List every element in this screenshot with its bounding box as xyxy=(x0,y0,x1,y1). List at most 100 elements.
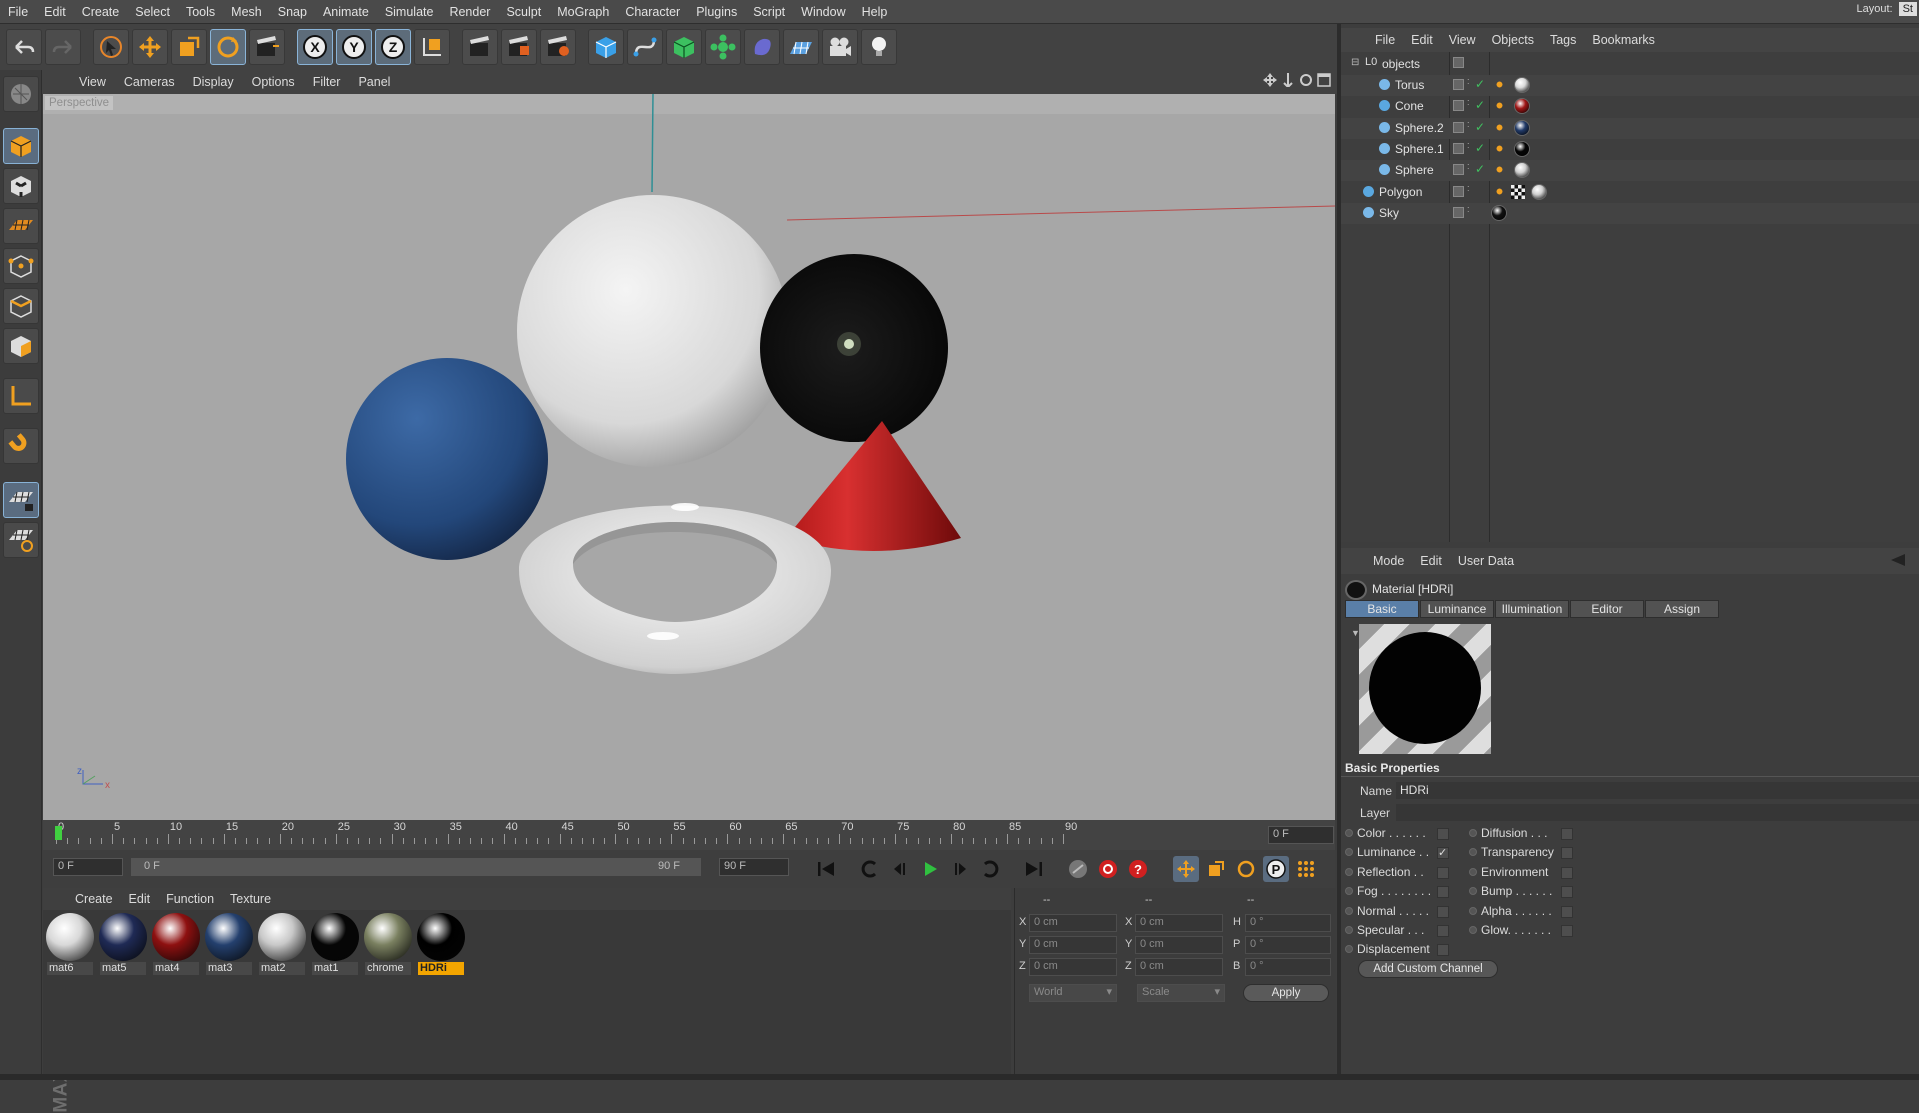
enabled-check-icon[interactable]: ✓ xyxy=(1475,120,1485,134)
editor-render-dots-icon[interactable]: : xyxy=(1467,120,1470,128)
object-row[interactable]: Sphere.1:✓ xyxy=(1341,139,1919,160)
phong-tag-icon[interactable] xyxy=(1494,100,1505,111)
rotate-tool-button[interactable] xyxy=(210,29,246,65)
channel-checkbox[interactable] xyxy=(1561,847,1573,859)
editor-render-dots-icon[interactable]: : xyxy=(1467,184,1470,192)
material-menu-function[interactable]: Function xyxy=(158,892,222,906)
material-tag-icon[interactable] xyxy=(1514,98,1530,114)
menu-mesh[interactable]: Mesh xyxy=(223,5,270,19)
undo-button[interactable] xyxy=(6,29,42,65)
menu-script[interactable]: Script xyxy=(745,5,793,19)
material-tag-icon[interactable] xyxy=(1514,162,1530,178)
texture-mode-button[interactable] xyxy=(3,168,39,204)
range-slider[interactable]: 0 F 90 F xyxy=(131,858,701,876)
viewport-menu-view[interactable]: View xyxy=(70,75,115,89)
visibility-toggle[interactable] xyxy=(1453,79,1464,90)
channel-checkbox[interactable]: ✓ xyxy=(1437,847,1449,859)
material-swatch[interactable]: chrome xyxy=(363,912,413,976)
tab-assign[interactable]: Assign xyxy=(1645,600,1719,618)
points-mode-button[interactable] xyxy=(3,248,39,284)
attribute-menu-mode[interactable]: Mode xyxy=(1365,554,1412,568)
viewport-menu-filter[interactable]: Filter xyxy=(304,75,350,89)
next-frame-button[interactable] xyxy=(947,856,973,882)
key-rotation-button[interactable] xyxy=(1233,856,1259,882)
back-arrow-icon[interactable] xyxy=(1891,554,1907,566)
menu-file[interactable]: File xyxy=(0,5,36,19)
coordinate-system-button[interactable] xyxy=(414,29,450,65)
channel-checkbox[interactable] xyxy=(1561,886,1573,898)
channel-checkbox[interactable] xyxy=(1437,828,1449,840)
viewport-menu-cameras[interactable]: Cameras xyxy=(115,75,184,89)
visibility-toggle[interactable] xyxy=(1453,186,1464,197)
white-sphere[interactable] xyxy=(517,195,789,467)
material-swatch[interactable]: mat6 xyxy=(45,912,95,976)
object-menu-objects[interactable]: Objects xyxy=(1484,33,1542,47)
apply-button[interactable]: Apply xyxy=(1243,984,1329,1002)
visibility-toggle[interactable] xyxy=(1453,164,1464,175)
scale-mode-dropdown[interactable]: Scale▾ xyxy=(1137,984,1225,1002)
material-tag-icon[interactable] xyxy=(1514,141,1530,157)
add-spline-button[interactable] xyxy=(627,29,663,65)
channel-checkbox[interactable] xyxy=(1437,925,1449,937)
previous-frame-button[interactable] xyxy=(887,856,913,882)
menu-snap[interactable]: Snap xyxy=(270,5,315,19)
coord-rotation-field[interactable]: 0 ° xyxy=(1245,914,1331,932)
keyframe-dot[interactable] xyxy=(1469,907,1477,915)
menu-plugins[interactable]: Plugins xyxy=(688,5,745,19)
z-axis-lock-button[interactable]: Z xyxy=(375,29,411,65)
enabled-check-icon[interactable]: ✓ xyxy=(1475,141,1485,155)
channel-checkbox[interactable] xyxy=(1561,828,1573,840)
y-axis-lock-button[interactable]: Y xyxy=(336,29,372,65)
record-keys-button[interactable] xyxy=(1065,856,1091,882)
phong-tag-icon[interactable] xyxy=(1494,164,1505,175)
uvw-tag-icon[interactable] xyxy=(1511,185,1525,199)
object-row[interactable]: Sky: xyxy=(1341,203,1919,224)
menu-simulate[interactable]: Simulate xyxy=(377,5,442,19)
add-generator-button[interactable] xyxy=(666,29,702,65)
object-row[interactable]: Sphere.2:✓ xyxy=(1341,118,1919,139)
next-key-button[interactable] xyxy=(977,856,1003,882)
enabled-check-icon[interactable]: ✓ xyxy=(1475,98,1485,112)
add-light-button[interactable] xyxy=(861,29,897,65)
planar-workplane-button[interactable] xyxy=(3,522,39,558)
object-menu-bookmarks[interactable]: Bookmarks xyxy=(1584,33,1663,47)
key-point-level-button[interactable] xyxy=(1293,856,1319,882)
channel-checkbox[interactable] xyxy=(1437,944,1449,956)
keyframe-selection-button[interactable]: ? xyxy=(1125,856,1151,882)
editor-render-dots-icon[interactable]: : xyxy=(1467,141,1470,149)
previous-key-button[interactable] xyxy=(857,856,883,882)
pan-icon[interactable] xyxy=(1263,73,1277,87)
scale-tool-button[interactable] xyxy=(171,29,207,65)
object-row[interactable]: Polygon: xyxy=(1341,182,1919,203)
keyframe-dot[interactable] xyxy=(1345,926,1353,934)
menu-help[interactable]: Help xyxy=(854,5,896,19)
viewport-menu-panel[interactable]: Panel xyxy=(349,75,399,89)
editor-render-dots-icon[interactable]: : xyxy=(1467,98,1470,106)
object-menu-tags[interactable]: Tags xyxy=(1542,33,1584,47)
live-selection-button[interactable] xyxy=(93,29,129,65)
blue-sphere[interactable] xyxy=(346,358,548,560)
object-menu-edit[interactable]: Edit xyxy=(1403,33,1441,47)
material-menu-create[interactable]: Create xyxy=(67,892,121,906)
visibility-toggle[interactable] xyxy=(1453,207,1464,218)
maximize-viewport-icon[interactable] xyxy=(1317,73,1331,87)
name-field[interactable]: HDRi xyxy=(1396,782,1919,799)
autokey-button[interactable] xyxy=(1095,856,1121,882)
coord-size-field[interactable]: 0 cm xyxy=(1135,958,1223,976)
tab-basic[interactable]: Basic xyxy=(1345,600,1419,618)
object-menu-file[interactable]: File xyxy=(1367,33,1403,47)
add-camera-button[interactable] xyxy=(822,29,858,65)
coord-position-field[interactable]: 0 cm xyxy=(1029,958,1117,976)
visibility-toggle[interactable] xyxy=(1453,100,1464,111)
coordinate-space-dropdown[interactable]: World▾ xyxy=(1029,984,1117,1002)
add-array-button[interactable] xyxy=(705,29,741,65)
phong-tag-icon[interactable] xyxy=(1494,186,1505,197)
editor-render-dots-icon[interactable]: : xyxy=(1467,162,1470,170)
key-parameter-button[interactable]: P xyxy=(1263,856,1289,882)
render-settings-button[interactable] xyxy=(540,29,576,65)
material-tag-icon[interactable] xyxy=(1491,205,1507,221)
red-cone[interactable] xyxy=(786,421,961,551)
recent-tools-button[interactable] xyxy=(249,29,285,65)
add-deformer-button[interactable] xyxy=(744,29,780,65)
axis-mode-button[interactable] xyxy=(3,378,39,414)
